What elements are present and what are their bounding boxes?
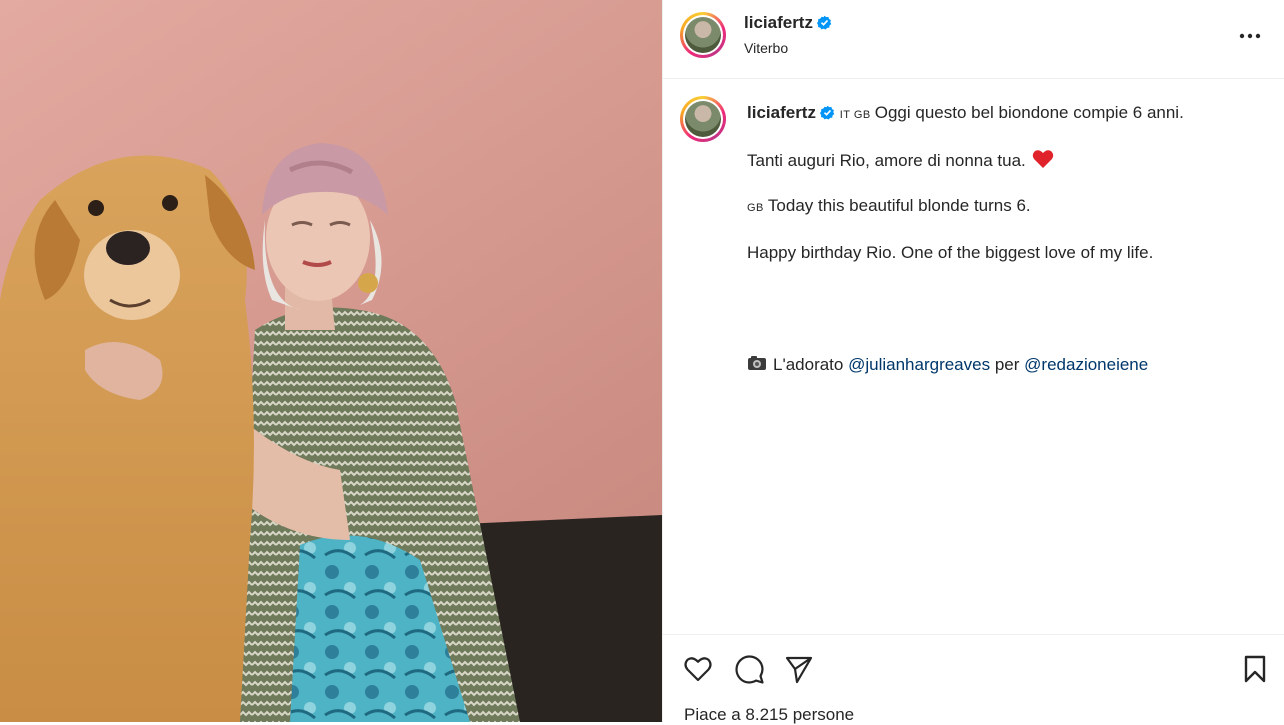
caption-credit-line: L'adorato @julianhargreaves per @redazio… xyxy=(747,354,1267,376)
caption-text-2: Tanti auguri Rio, amore di nonna tua. xyxy=(747,151,1026,170)
post-location[interactable]: Viterbo xyxy=(744,40,788,56)
post-photo-illustration xyxy=(0,0,662,722)
caption-line-4: Happy birthday Rio. One of the biggest l… xyxy=(747,242,1267,264)
more-options-icon xyxy=(1239,33,1261,39)
bookmark-icon xyxy=(1244,655,1266,683)
post-header: liciafertz Viterbo xyxy=(663,0,1284,79)
avatar[interactable] xyxy=(680,12,726,58)
post-details-panel: liciafertz Viterbo liciafertz IT GB Oggi … xyxy=(662,0,1284,725)
heart-icon xyxy=(684,657,712,682)
caption-text-1: Oggi questo bel biondone compie 6 anni. xyxy=(874,103,1184,122)
flag-it-gb: IT GB xyxy=(839,109,871,121)
post-caption: liciafertz IT GB Oggi questo bel biondone… xyxy=(663,80,1284,634)
caption-body: liciafertz IT GB Oggi questo bel biondone… xyxy=(747,102,1267,399)
credit-prefix: L'adorato xyxy=(773,355,844,374)
caption-text-4: Happy birthday Rio. One of the biggest l… xyxy=(747,243,1154,262)
comment-icon xyxy=(735,655,764,684)
likes-count[interactable]: Piace a 8.215 persone xyxy=(684,705,854,725)
more-options-button[interactable] xyxy=(1238,24,1262,48)
verified-badge-icon xyxy=(819,105,835,120)
caption-line-3: GB Today this beautiful blonde turns 6. xyxy=(747,195,1267,219)
post-image[interactable] xyxy=(0,0,662,722)
credit-middle: per xyxy=(994,355,1020,374)
header-username-line: liciafertz xyxy=(744,13,832,33)
camera-emoji-icon xyxy=(748,356,766,370)
caption-text-3: Today this beautiful blonde turns 6. xyxy=(767,196,1031,215)
username-link[interactable]: liciafertz xyxy=(744,13,813,32)
mention-redazioneiene[interactable]: @redazioneiene xyxy=(1024,355,1148,374)
caption-username-link[interactable]: liciafertz xyxy=(747,103,816,122)
share-button[interactable] xyxy=(783,653,815,685)
caption-line-1: liciafertz IT GB Oggi questo bel biondone… xyxy=(747,102,1267,126)
save-button[interactable] xyxy=(1239,653,1271,685)
send-icon xyxy=(785,656,813,684)
flag-gb: GB xyxy=(747,202,764,214)
red-heart-emoji-icon xyxy=(1032,150,1054,168)
post-actions-bar: Piace a 8.215 persone xyxy=(663,634,1284,725)
mention-julianhargreaves[interactable]: @julianhargreaves xyxy=(848,355,990,374)
like-button[interactable] xyxy=(682,653,714,685)
caption-line-2: Tanti auguri Rio, amore di nonna tua. xyxy=(747,149,1267,172)
caption-avatar-image xyxy=(685,101,721,137)
caption-avatar[interactable] xyxy=(680,96,726,142)
verified-badge-icon xyxy=(816,15,832,30)
avatar-image xyxy=(685,17,721,53)
comment-button[interactable] xyxy=(733,653,765,685)
